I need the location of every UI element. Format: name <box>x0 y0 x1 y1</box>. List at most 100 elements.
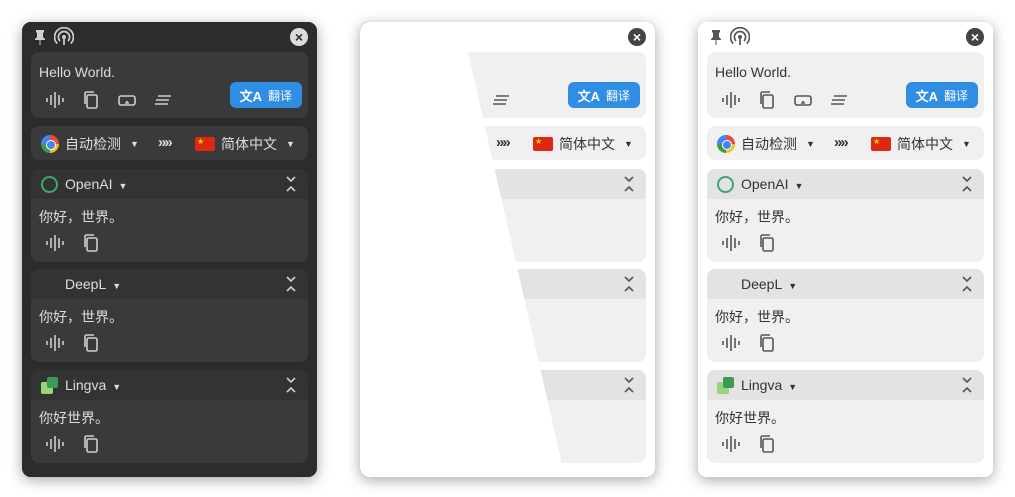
copy-icon[interactable] <box>419 90 439 110</box>
chevron-down-icon: ▼ <box>788 382 798 392</box>
target-language-select[interactable]: ★ 简体中文 ▼ <box>871 134 971 154</box>
chevron-down-icon: ▼ <box>468 139 477 149</box>
service-header[interactable]: > DeepL▼ <box>31 269 308 299</box>
source-input[interactable]: Hello World. <box>377 64 453 80</box>
source-language-label: 自动检测 <box>403 136 459 152</box>
language-bar: 自动检测 ▼ »» ★ 简体中文 ▼ <box>379 126 646 160</box>
pin-icon[interactable] <box>707 28 725 46</box>
service-result: 你好，世界。 <box>39 209 123 225</box>
translate-button[interactable]: 文A 翻译 <box>567 82 640 108</box>
service-toolbar <box>45 434 101 454</box>
copy-icon[interactable] <box>81 233 101 253</box>
collapse-icon[interactable] <box>284 174 298 194</box>
copy-icon[interactable] <box>757 90 777 110</box>
auto-detect-icon <box>717 135 735 153</box>
copy-icon[interactable] <box>757 333 777 353</box>
collapse-icon[interactable] <box>284 274 298 294</box>
light-theme-view: × Hello World. 文A 翻译 自动检测 ▼ »» ★ 简体中文 ▼ … <box>698 22 993 477</box>
service-header[interactable]: OpenAI▼ <box>461 169 646 199</box>
target-language-select[interactable]: ★ 简体中文 ▼ <box>195 134 295 154</box>
swap-languages-button[interactable]: »» <box>158 134 173 151</box>
service-name: Lingva▼ <box>65 377 122 393</box>
radar-icon[interactable] <box>730 27 750 47</box>
tts-icon[interactable] <box>721 90 741 110</box>
copy-icon[interactable] <box>81 434 101 454</box>
translate-button[interactable]: 文A 翻译 <box>905 82 978 108</box>
copy-icon[interactable] <box>419 333 439 353</box>
source-language-select[interactable]: 自动检测 ▼ <box>41 134 139 154</box>
close-icon[interactable]: × <box>290 28 308 46</box>
service-card-deepl: > DeepL▼ 你好，世界。 <box>377 269 646 362</box>
radar-icon[interactable] <box>54 27 74 47</box>
service-card-openai: OpenAI▼ 你好，世界。 <box>383 169 646 262</box>
service-card-openai: OpenAI▼ 你好，世界。 <box>707 169 984 262</box>
collapse-icon[interactable] <box>622 274 636 294</box>
collapse-icon[interactable] <box>622 174 636 194</box>
target-language-select[interactable]: ★ 简体中文 ▼ <box>533 134 633 154</box>
line-break-icon[interactable] <box>455 90 475 110</box>
line-break-icon[interactable] <box>793 90 813 110</box>
tts-icon[interactable] <box>721 434 741 454</box>
tts-icon[interactable] <box>383 333 403 353</box>
collapse-icon[interactable] <box>284 375 298 395</box>
tts-icon[interactable] <box>45 333 65 353</box>
service-name: Lingva▼ <box>741 377 798 393</box>
source-language-select[interactable]: 自动检测 ▼ <box>379 134 477 154</box>
tts-icon[interactable] <box>45 90 65 110</box>
tts-icon[interactable] <box>383 90 403 110</box>
service-card-deepl: > DeepL▼ 你好，世界。 <box>31 269 308 362</box>
radar-icon[interactable] <box>392 27 412 47</box>
collapse-icon[interactable] <box>960 274 974 294</box>
service-name: DeepL▼ <box>741 276 798 292</box>
swap-languages-button[interactable]: »» <box>496 134 511 151</box>
clear-icon[interactable] <box>153 90 173 110</box>
tts-icon[interactable] <box>45 233 65 253</box>
tts-icon[interactable] <box>721 233 741 253</box>
service-header[interactable]: Lingva▼ <box>461 370 646 400</box>
pin-icon[interactable] <box>31 28 49 46</box>
clear-icon[interactable] <box>829 90 849 110</box>
swap-languages-button[interactable]: »» <box>834 134 849 151</box>
tts-icon[interactable] <box>383 434 403 454</box>
title-bar: × <box>369 22 655 52</box>
close-icon[interactable]: × <box>628 28 646 46</box>
service-name: OpenAI▼ <box>65 176 128 192</box>
copy-icon[interactable] <box>419 233 439 253</box>
copy-icon[interactable] <box>757 233 777 253</box>
collapse-icon[interactable] <box>622 375 636 395</box>
collapse-icon[interactable] <box>960 375 974 395</box>
clear-icon[interactable] <box>491 90 511 110</box>
chevron-down-icon: ▼ <box>794 181 804 191</box>
tts-icon[interactable] <box>45 434 65 454</box>
service-header[interactable]: OpenAI▼ <box>31 169 308 199</box>
copy-icon[interactable] <box>81 333 101 353</box>
auto-detect-icon <box>379 135 397 153</box>
source-card: Hello World. 文A 翻译 <box>377 52 646 118</box>
service-header[interactable]: > DeepL▼ <box>461 269 646 299</box>
translate-button[interactable]: 文A 翻译 <box>229 82 302 108</box>
line-break-icon[interactable] <box>117 90 137 110</box>
tts-icon[interactable] <box>383 233 403 253</box>
chevron-down-icon: ▼ <box>806 139 815 149</box>
service-header[interactable]: Lingva▼ <box>707 370 984 400</box>
tts-icon[interactable] <box>721 333 741 353</box>
service-header[interactable]: OpenAI▼ <box>707 169 984 199</box>
service-result: 你好，世界。 <box>377 309 461 325</box>
copy-icon[interactable] <box>757 434 777 454</box>
service-result: 你好，世界。 <box>715 209 799 225</box>
chevron-down-icon: ▼ <box>962 139 971 149</box>
source-language-select[interactable]: 自动检测 ▼ <box>717 134 815 154</box>
copy-icon[interactable] <box>419 434 439 454</box>
service-header[interactable]: > DeepL▼ <box>707 269 984 299</box>
window-layer: × Hello World. 文A 翻译 自动检测 ▼ »» ★ <box>698 22 993 477</box>
pin-icon[interactable] <box>369 28 387 46</box>
source-language-label: 自动检测 <box>65 136 121 152</box>
translate-icon: 文A <box>577 88 600 104</box>
copy-icon[interactable] <box>81 90 101 110</box>
service-header[interactable]: Lingva▼ <box>31 370 308 400</box>
source-input[interactable]: Hello World. <box>39 64 115 80</box>
close-icon[interactable]: × <box>966 28 984 46</box>
source-input[interactable]: Hello World. <box>715 64 791 80</box>
collapse-icon[interactable] <box>960 174 974 194</box>
target-language-label: 简体中文 <box>559 136 615 152</box>
